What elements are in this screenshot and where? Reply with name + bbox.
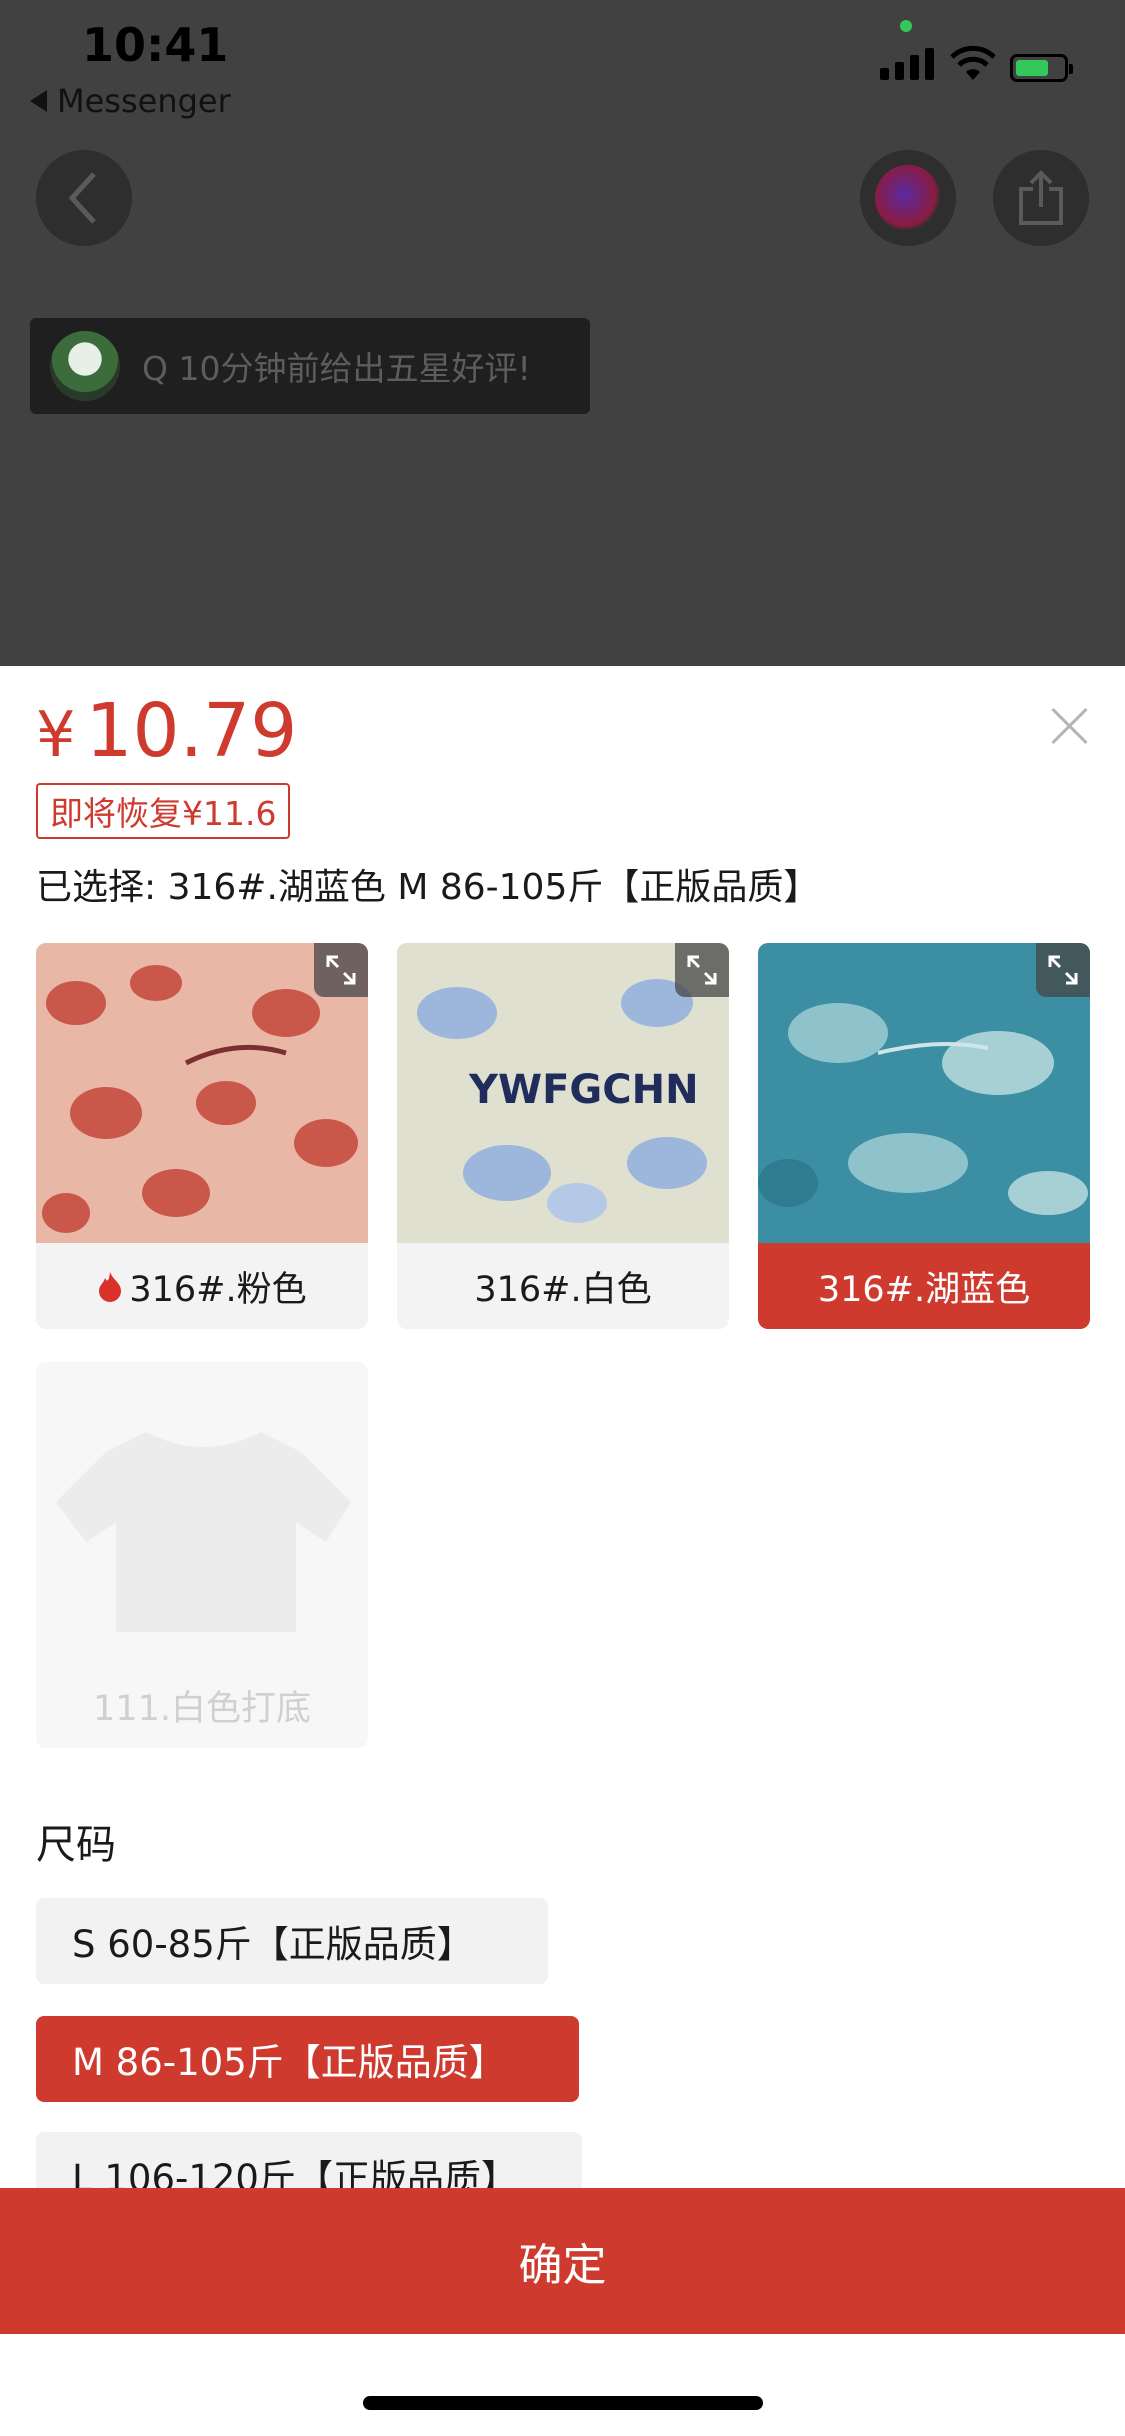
variant-label: 111.白色打底 [93,1688,311,1729]
variant-label: 316#.湖蓝色 [758,1243,1090,1329]
price-value: 10.79 [85,688,298,774]
review-notification: Q 10分钟前给出五星好评! [30,318,590,414]
share-icon [1019,170,1063,225]
expand-icon[interactable] [1036,943,1090,997]
variant-label: 316#.白色 [474,1269,652,1310]
status-time: 10:41 [82,18,229,72]
privacy-indicator-icon [900,20,912,32]
share-button[interactable] [993,150,1089,246]
selected-summary: 已选择: 316#.湖蓝色 M 86-105斤【正版品质】 [36,867,820,908]
variant-option-lake-blue[interactable]: 316#.湖蓝色 [758,943,1090,1329]
back-to-app-link[interactable]: Messenger [30,82,231,120]
price-restore-badge: 即将恢复¥11.6 [36,783,291,839]
sku-selection-sheet: ¥10.79 即将恢复¥11.6 已选择: 316#.湖蓝色 M 86-105斤… [0,666,1125,2436]
shop-avatar [875,165,941,231]
close-icon[interactable] [1050,706,1090,746]
svg-text:YWFGCHN: YWFGCHN [468,1067,699,1113]
size-section-title: 尺码 [36,1822,116,1868]
size-option-m[interactable]: M 86-105斤【正版品质】 [36,2016,579,2102]
review-notification-text: Q 10分钟前给出五星好评! [142,349,531,388]
background-overlay[interactable]: 10:41 Messenger Q 10分钟前给出五星好评! [0,0,1125,666]
variant-label: 316#.粉色 [36,1243,368,1329]
back-button[interactable] [36,150,132,246]
cellular-signal-icon [880,48,934,80]
variant-option-white-base: 111.白色打底 [36,1362,368,1748]
reviewer-avatar [50,331,120,401]
confirm-button[interactable]: 确定 [0,2188,1125,2334]
back-app-label: Messenger [57,82,231,120]
variant-option-white[interactable]: YWFGCHN 316#.白色 [397,943,729,1329]
back-triangle-icon [30,90,47,112]
variant-label-text: 316#.粉色 [129,1269,307,1310]
shop-avatar-button[interactable] [860,150,956,246]
expand-icon[interactable] [314,943,368,997]
size-option-s[interactable]: S 60-85斤【正版品质】 [36,1898,548,1984]
price: ¥10.79 [36,688,297,774]
back-arrow-icon [68,172,96,224]
variant-thumbnail [36,1362,368,1662]
flame-icon [99,1272,122,1302]
home-indicator[interactable] [363,2396,763,2410]
battery-icon [1010,54,1073,82]
expand-icon[interactable] [675,943,729,997]
price-currency: ¥ [36,698,76,771]
variant-option-pink[interactable]: 316#.粉色 [36,943,368,1329]
wifi-icon [950,45,996,80]
